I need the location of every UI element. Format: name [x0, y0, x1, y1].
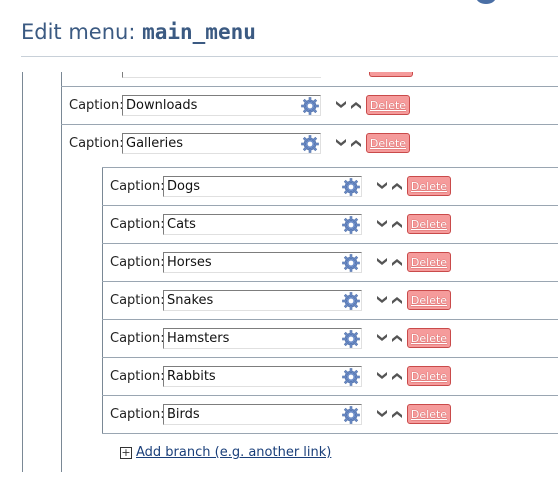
gear-icon[interactable] — [342, 215, 360, 234]
chevron-down-icon[interactable] — [376, 332, 388, 344]
caption-value[interactable]: Snakes — [164, 293, 213, 308]
chevron-up-icon[interactable] — [350, 99, 362, 111]
caption-value[interactable]: Rabbits — [164, 369, 216, 384]
page-title: Edit menu: main_menu — [21, 20, 256, 44]
delete-button[interactable]: Delete — [407, 214, 451, 234]
delete-button[interactable]: Delete — [407, 366, 451, 386]
caption-label: Caption: — [110, 178, 165, 194]
delete-button[interactable]: Delete — [407, 328, 451, 348]
page-title-prefix: Edit menu: — [21, 20, 143, 44]
partial-row-delete — [369, 72, 413, 77]
user-avatar-dot[interactable] — [476, 0, 496, 4]
chevron-up-icon[interactable] — [391, 408, 403, 420]
add-branch-label[interactable]: Add branch (e.g. another link) — [136, 445, 331, 460]
delete-button[interactable]: Delete — [407, 404, 451, 424]
chevron-up-icon[interactable] — [391, 218, 403, 230]
submenu-item-row: Caption: Hamsters Delete — [103, 320, 451, 356]
title-divider — [21, 56, 558, 57]
caption-label: Caption: — [110, 292, 165, 308]
gear-icon[interactable] — [342, 329, 360, 348]
chevron-up-icon[interactable] — [391, 294, 403, 306]
reorder-controls — [335, 99, 366, 111]
caption-label: Caption: — [69, 135, 124, 151]
tree-line-outer — [22, 72, 23, 472]
chevron-down-icon[interactable] — [376, 180, 388, 192]
gear-icon[interactable] — [301, 96, 319, 115]
gear-icon[interactable] — [342, 253, 360, 272]
menu-item-row: Caption: Downloads Delete — [62, 87, 410, 123]
chevron-up-icon[interactable] — [391, 180, 403, 192]
caption-field[interactable]: Dogs — [163, 175, 362, 197]
gear-icon[interactable] — [342, 291, 360, 310]
chevron-down-icon[interactable] — [376, 256, 388, 268]
submenu-item-row: Caption: Rabbits Delete — [103, 358, 451, 394]
reorder-controls — [376, 294, 407, 306]
chevron-down-icon[interactable] — [376, 370, 388, 382]
chevron-down-icon[interactable] — [376, 294, 388, 306]
menu-item-row: Caption: Galleries Delete — [62, 125, 410, 161]
reorder-controls — [376, 332, 407, 344]
submenu-item-row: Caption: Dogs Delete — [103, 168, 451, 204]
caption-field[interactable]: Birds — [163, 403, 362, 425]
chevron-up-icon[interactable] — [391, 370, 403, 382]
chevron-up-icon[interactable] — [391, 256, 403, 268]
submenu-item-row: Caption: Birds Delete — [103, 396, 451, 432]
reorder-controls — [335, 137, 366, 149]
caption-value[interactable]: Galleries — [123, 136, 183, 151]
partial-row-field — [122, 72, 321, 78]
caption-field[interactable]: Downloads — [122, 94, 321, 116]
row-divider — [102, 433, 558, 434]
caption-value[interactable]: Birds — [164, 407, 200, 422]
submenu-item-row: Caption: Horses Delete — [103, 244, 451, 280]
caption-field[interactable]: Snakes — [163, 289, 362, 311]
caption-value[interactable]: Downloads — [123, 98, 197, 113]
caption-label: Caption: — [110, 216, 165, 232]
caption-field[interactable]: Rabbits — [163, 365, 362, 387]
caption-field[interactable]: Horses — [163, 251, 362, 273]
reorder-controls — [376, 370, 407, 382]
chevron-down-icon[interactable] — [335, 137, 347, 149]
reorder-controls — [376, 218, 407, 230]
submenu-item-row: Caption: Snakes Delete — [103, 282, 451, 318]
chevron-down-icon[interactable] — [376, 408, 388, 420]
caption-value[interactable]: Cats — [164, 217, 196, 232]
gear-icon[interactable] — [342, 177, 360, 196]
chevron-up-icon[interactable] — [391, 332, 403, 344]
delete-button[interactable]: Delete — [407, 176, 451, 196]
caption-label: Caption: — [69, 97, 124, 113]
caption-field[interactable]: Cats — [163, 213, 362, 235]
chevron-down-icon[interactable] — [335, 99, 347, 111]
submenu-item-row: Caption: Cats Delete — [103, 206, 451, 242]
caption-field[interactable]: Galleries — [122, 132, 321, 154]
caption-label: Caption: — [110, 406, 165, 422]
gear-icon[interactable] — [342, 405, 360, 424]
delete-button[interactable]: Delete — [366, 95, 410, 115]
gear-icon[interactable] — [301, 134, 319, 153]
delete-button[interactable]: Delete — [407, 290, 451, 310]
caption-value[interactable]: Horses — [164, 255, 212, 270]
caption-value[interactable]: Hamsters — [164, 331, 229, 346]
caption-label: Caption: — [110, 254, 165, 270]
reorder-controls — [376, 408, 407, 420]
menu-name: main_menu — [142, 20, 256, 44]
caption-label: Caption: — [110, 368, 165, 384]
delete-button[interactable]: Delete — [407, 252, 451, 272]
caption-field[interactable]: Hamsters — [163, 327, 362, 349]
chevron-down-icon[interactable] — [376, 218, 388, 230]
gear-icon[interactable] — [342, 367, 360, 386]
plus-box-icon[interactable]: + — [120, 446, 132, 459]
reorder-controls — [376, 256, 407, 268]
caption-value[interactable]: Dogs — [164, 179, 200, 194]
caption-label: Caption: — [110, 330, 165, 346]
chevron-up-icon[interactable] — [350, 137, 362, 149]
delete-button[interactable]: Delete — [366, 133, 410, 153]
reorder-controls — [376, 180, 407, 192]
add-branch-link[interactable]: + Add branch (e.g. another link) — [120, 445, 331, 460]
